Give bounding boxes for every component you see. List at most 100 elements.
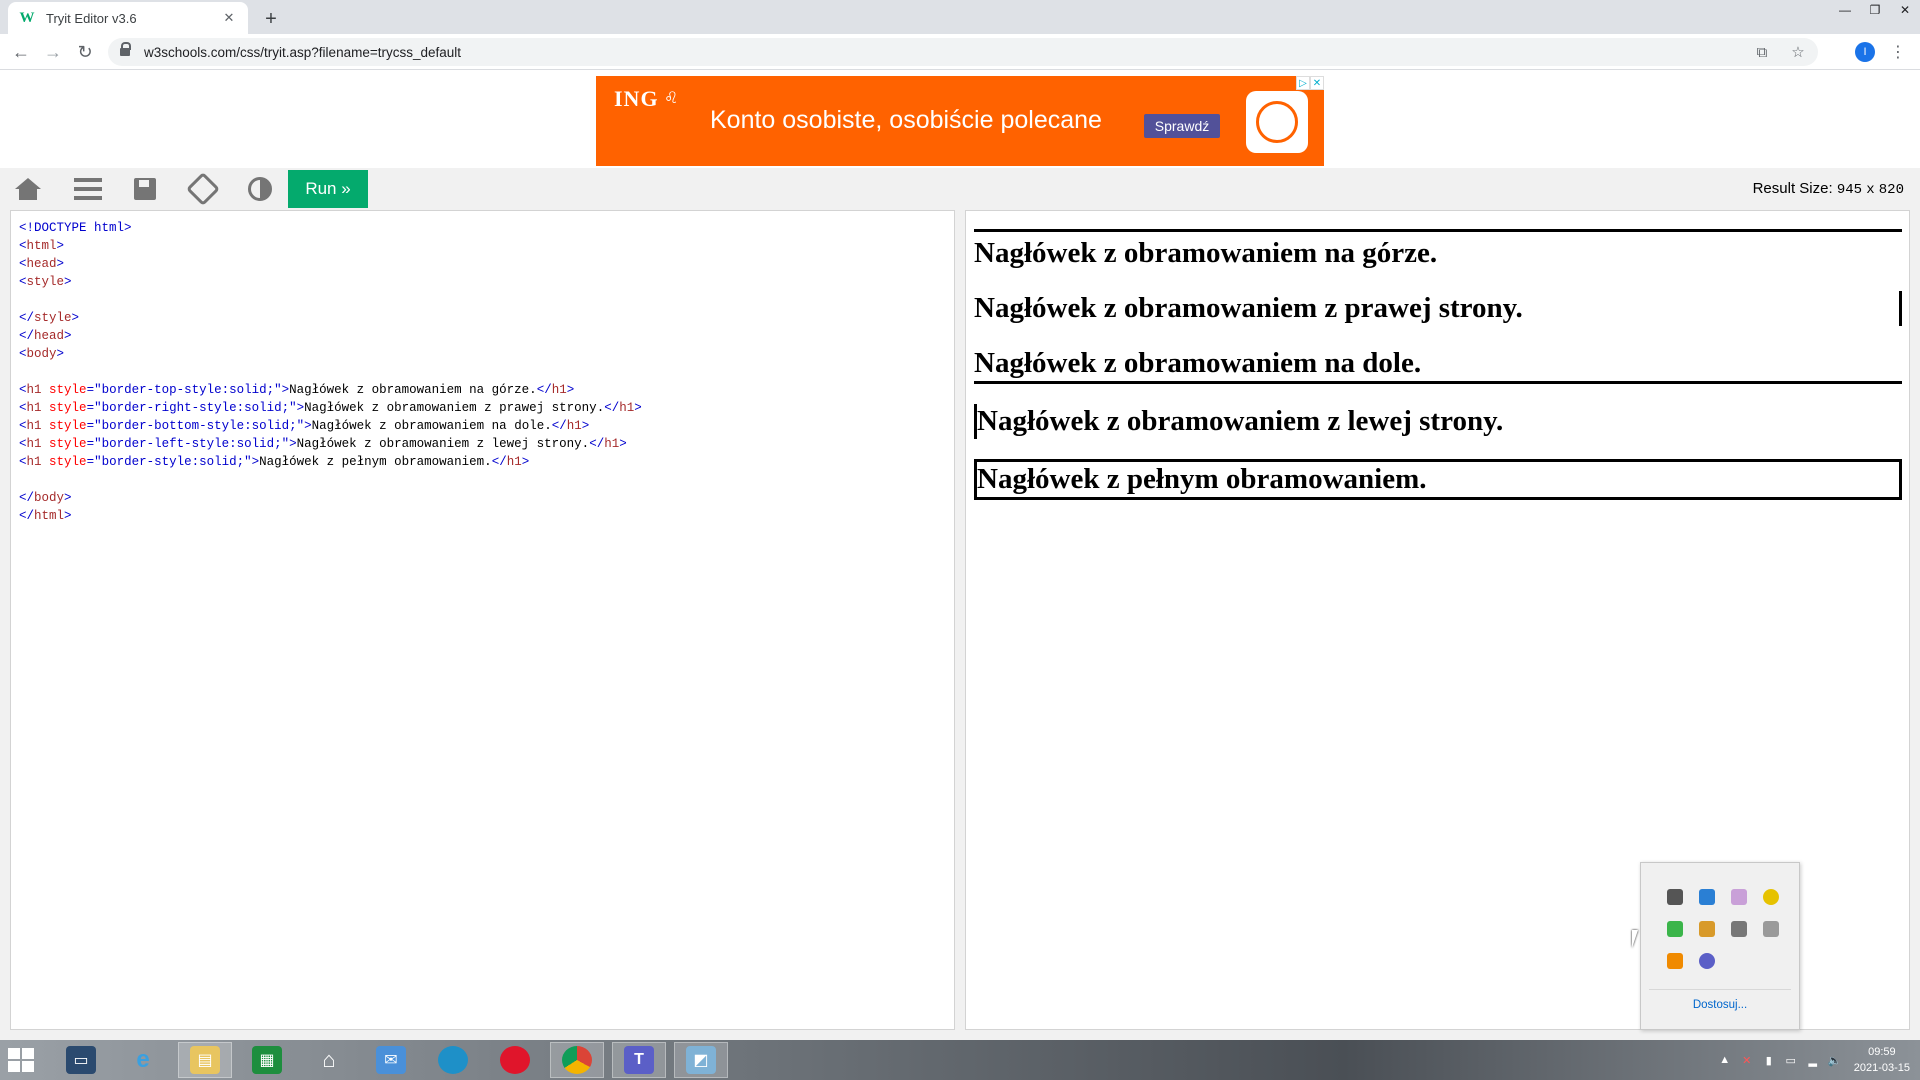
url-text[interactable]: w3schools.com/css/tryit.asp?filename=try… (144, 45, 461, 60)
tray-battery-icon[interactable]: ▮ (1760, 1052, 1778, 1068)
home-button[interactable] (0, 168, 56, 210)
address-bar[interactable]: w3schools.com/css/tryit.asp?filename=try… (108, 38, 1818, 66)
tab-title: Tryit Editor v3.6 (46, 10, 137, 26)
w3schools-favicon-icon: W (19, 9, 35, 26)
result-x: x (1866, 182, 1875, 198)
run-button[interactable]: Run » (288, 170, 368, 208)
code-text-4: Nagłówek z obramowaniem z lewej strony. (296, 437, 590, 451)
mouse-cursor-icon (1632, 930, 1644, 948)
result-heading-all: Nagłówek z pełnym obramowaniem. (974, 459, 1902, 500)
ing-lion-icon: ♌ (664, 90, 679, 107)
taskbar-opera-icon[interactable] (488, 1042, 542, 1078)
tray-volume-icon[interactable]: 🔈 (1826, 1052, 1844, 1068)
result-document: Nagłówek z obramowaniem na górze. Nagłów… (974, 229, 1902, 520)
tray-customize-link[interactable]: Dostosuj... (1641, 999, 1799, 1011)
ad-banner[interactable]: ING ♌ Konto osobiste, osobiście polecane… (596, 76, 1324, 166)
code-style-1: border-top-style:solid; (101, 383, 275, 397)
ad-choices-icon[interactable]: ▷ (1296, 76, 1310, 90)
windows-start-icon[interactable] (8, 1048, 34, 1072)
code-doctype: <!DOCTYPE html> (19, 221, 132, 235)
tray-device-icon[interactable] (1723, 913, 1755, 945)
bookmark-star-icon[interactable]: ☆ (1788, 42, 1808, 62)
restore-icon[interactable]: ❐ (1860, 0, 1890, 20)
tray-update-icon[interactable] (1755, 881, 1787, 913)
taskbar-edge-icon[interactable] (426, 1042, 480, 1078)
tray-network-app-icon[interactable] (1691, 881, 1723, 913)
tray-teams-icon[interactable] (1691, 945, 1723, 977)
new-tab-icon[interactable]: + (258, 6, 284, 32)
rotate-icon (186, 172, 220, 206)
code-text-5: Nagłówek z pełnym obramowaniem. (259, 455, 492, 469)
result-size: Result Size: 945 x 820 (1753, 180, 1904, 198)
code-style-3: border-bottom-style:solid; (101, 419, 297, 433)
result-heading-top: Nagłówek z obramowaniem na górze. (974, 229, 1902, 271)
reload-icon[interactable]: ↻ (72, 39, 98, 65)
result-width: 945 (1836, 182, 1863, 198)
contrast-icon (248, 177, 272, 201)
ad-close-icon[interactable]: ✕ (1310, 76, 1324, 90)
tray-security-icon[interactable] (1659, 913, 1691, 945)
ing-lion-logo-icon (1246, 91, 1308, 153)
tray-signal-icon[interactable]: ▂ (1804, 1052, 1822, 1068)
forward-arrow-icon[interactable]: → (40, 39, 66, 65)
editor-panes: <!DOCTYPE html> <html> <head> <style> </… (0, 210, 1920, 1040)
taskbar-chrome-icon[interactable] (550, 1042, 604, 1078)
tray-package-icon[interactable] (1691, 913, 1723, 945)
browser-nav-bar: ← → ↻ w3schools.com/css/tryit.asp?filena… (0, 34, 1920, 70)
tab-close-icon[interactable]: ✕ (220, 9, 238, 27)
result-heading-bottom: Nagłówek z obramowaniem na dole. (974, 346, 1902, 384)
save-button[interactable] (117, 168, 173, 210)
hamburger-menu-icon (74, 178, 102, 200)
tray-orange-app-icon[interactable] (1659, 945, 1691, 977)
code-editor[interactable]: <!DOCTYPE html> <html> <head> <style> </… (10, 210, 955, 1030)
taskbar-lenovo-icon[interactable]: ▭ (54, 1042, 108, 1078)
result-height: 820 (1878, 182, 1904, 198)
result-size-label: Result Size: (1752, 180, 1833, 197)
taskbar-file-explorer-icon[interactable]: ▤ (178, 1042, 232, 1078)
save-icon (134, 178, 156, 200)
menu-button[interactable] (60, 168, 116, 210)
code-text-2: Nagłówek z obramowaniem z prawej strony. (304, 401, 605, 415)
theme-toggle-button[interactable] (232, 168, 288, 210)
taskbar: ▭ e ▤ ▦ ⌂ ✉ T ◩ ▲ ✕ ▮ ▭ ▂ 🔈 09:59 2021-0… (0, 1040, 1920, 1080)
tray-separator (1649, 989, 1791, 990)
close-window-icon[interactable]: ✕ (1890, 0, 1920, 20)
tray-overflow-popup: Dostosuj... (1640, 862, 1800, 1030)
code-style-2: border-right-style:solid; (101, 401, 290, 415)
translate-icon[interactable]: ⧉ (1752, 42, 1772, 62)
taskbar-home-icon[interactable]: ⌂ (302, 1042, 356, 1078)
ad-headline: Konto osobiste, osobiście polecane (710, 106, 1102, 134)
tray-tool-icon[interactable] (1723, 881, 1755, 913)
clock-date: 2021-03-15 (1853, 1062, 1910, 1074)
code-text-1: Nagłówek z obramowaniem na górze. (289, 383, 537, 397)
tray-icon-grid (1659, 881, 1787, 977)
browser-menu-icon[interactable]: ⋮ (1888, 40, 1908, 64)
taskbar-clock[interactable]: 09:59 2021-03-15 (1854, 1044, 1910, 1076)
result-heading-left: Nagłówek z obramowaniem z lewej strony. (974, 404, 1902, 439)
tray-alert-icon[interactable]: ✕ (1738, 1052, 1756, 1068)
taskbar-teams-icon[interactable]: T (612, 1042, 666, 1078)
taskbar-mail-icon[interactable]: ✉ (364, 1042, 418, 1078)
minimize-icon[interactable]: — (1830, 0, 1860, 20)
ad-brand: ING (614, 86, 659, 111)
taskbar-editor-icon[interactable]: ◩ (674, 1042, 728, 1078)
browser-tab[interactable]: W Tryit Editor v3.6 ✕ (8, 2, 248, 34)
clock-time: 09:59 (1868, 1046, 1896, 1058)
omnibox-actions: ⧉ ☆ (1752, 42, 1808, 62)
lock-icon[interactable] (120, 41, 131, 58)
ad-cta-button[interactable]: Sprawdź (1144, 114, 1220, 138)
tray-monitor-icon[interactable] (1659, 881, 1691, 913)
tray-display-icon[interactable]: ▭ (1782, 1052, 1800, 1068)
back-arrow-icon[interactable]: ← (8, 39, 34, 65)
code-lines[interactable]: <!DOCTYPE html> <html> <head> <style> </… (19, 219, 642, 525)
tray-drive-icon[interactable] (1755, 913, 1787, 945)
browser-tab-bar: W Tryit Editor v3.6 ✕ + — ❐ ✕ (0, 0, 1920, 34)
window-controls: — ❐ ✕ (1830, 0, 1920, 30)
system-tray: ▲ ✕ ▮ ▭ ▂ 🔈 09:59 2021-03-15 (1714, 1040, 1920, 1080)
code-style-5: border-style:solid; (101, 455, 245, 469)
tray-show-hidden-icon[interactable]: ▲ (1716, 1052, 1734, 1068)
profile-avatar[interactable]: I (1855, 42, 1875, 62)
taskbar-store-icon[interactable]: ▦ (240, 1042, 294, 1078)
taskbar-ie-icon[interactable]: e (116, 1042, 170, 1078)
rotate-button[interactable] (175, 168, 231, 210)
